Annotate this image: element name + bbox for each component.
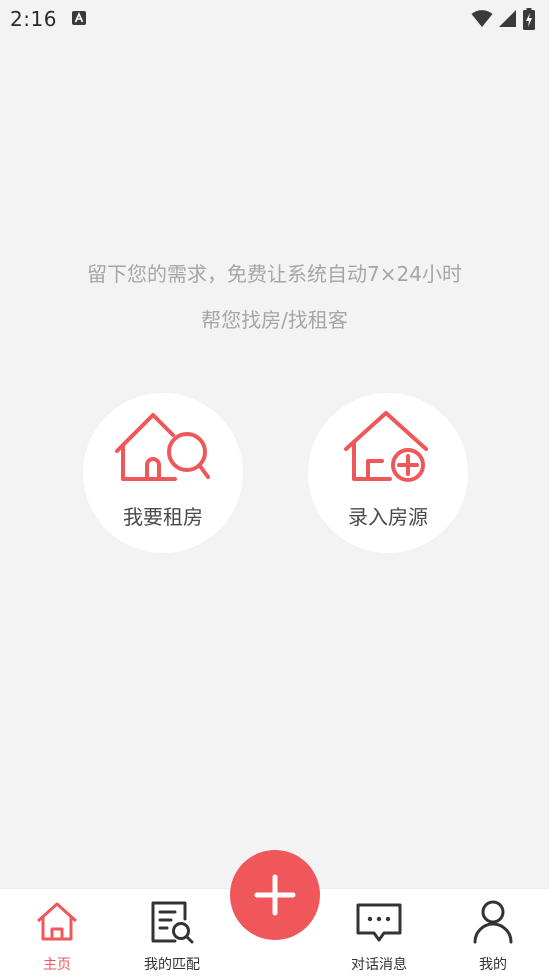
user-icon (473, 900, 513, 944)
tab-messages[interactable]: 对话消息 (324, 889, 434, 976)
battery-charging-icon (523, 8, 535, 30)
add-fab-button[interactable] (230, 850, 320, 940)
chat-bubble-icon (356, 903, 402, 942)
tab-my-matches[interactable]: 我的匹配 (117, 889, 227, 976)
tab-home[interactable]: 主页 (2, 889, 112, 976)
house-search-icon (115, 413, 210, 481)
home-icon (36, 902, 78, 941)
rent-house-button[interactable]: 我要租房 (83, 393, 243, 553)
house-add-icon (344, 411, 428, 482)
rent-house-label: 我要租房 (123, 505, 203, 529)
tab-messages-label: 对话消息 (351, 957, 407, 973)
tab-home-label: 主页 (43, 957, 71, 973)
tab-my-matches-label: 我的匹配 (144, 957, 200, 973)
wifi-icon (471, 10, 493, 27)
a-icon (72, 11, 86, 25)
intro-line-1: 留下您的需求，免费让系统自动7×24小时 (87, 262, 462, 286)
document-search-icon (151, 901, 194, 944)
status-bar: 2:16 (0, 0, 549, 40)
add-listing-button[interactable]: 录入房源 (308, 393, 468, 553)
status-time: 2:16 (10, 7, 57, 31)
signal-icon (499, 10, 516, 27)
tab-me[interactable]: 我的 (438, 889, 548, 976)
add-listing-label: 录入房源 (348, 505, 428, 529)
intro-line-2: 帮您找房/找租客 (201, 308, 348, 332)
tab-me-label: 我的 (479, 957, 507, 973)
plus-icon (254, 874, 296, 916)
status-icons (471, 8, 535, 30)
